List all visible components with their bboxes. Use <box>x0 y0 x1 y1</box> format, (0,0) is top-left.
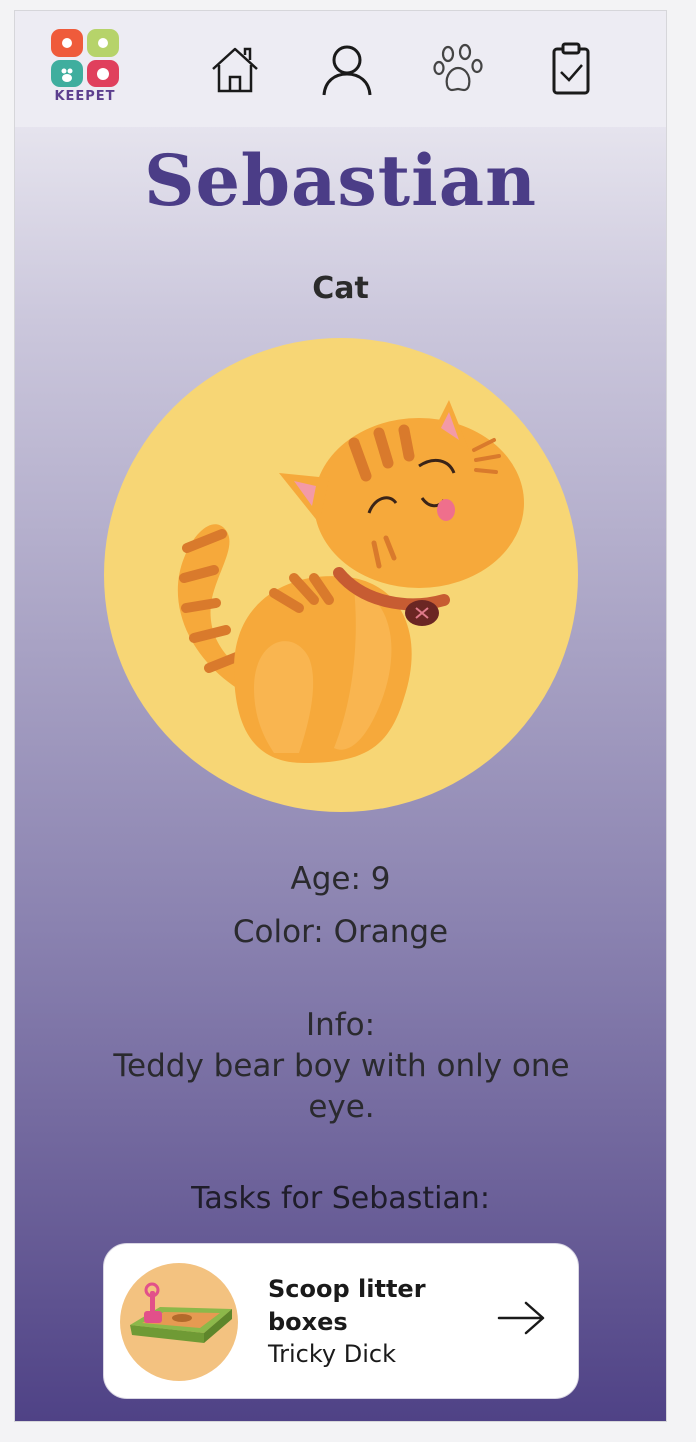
litter-box-icon <box>130 1282 232 1343</box>
nav-home[interactable] <box>207 41 263 97</box>
logo-icon <box>51 29 119 87</box>
arrow-right-icon[interactable] <box>496 1298 548 1338</box>
logo-text: KEEPET <box>54 89 116 104</box>
user-icon <box>322 45 372 96</box>
task-title: Scoop litter boxes <box>268 1275 426 1336</box>
pet-photo <box>104 338 578 812</box>
task-assignee: Tricky Dick <box>268 1340 396 1368</box>
nav-tasks[interactable] <box>543 41 599 97</box>
nav-profile[interactable] <box>319 41 375 97</box>
keepet-logo[interactable]: KEEPET <box>49 27 121 107</box>
orange-cat-illustration <box>177 400 524 763</box>
task-thumbnail <box>120 1263 238 1381</box>
clipboard-check-icon <box>552 42 590 95</box>
pet-species: Cat <box>312 271 369 306</box>
top-navbar: KEEPET <box>15 11 666 127</box>
pet-age: Age: 9 <box>290 861 391 897</box>
task-card[interactable]: Scoop litter boxes Tricky Dick <box>103 1243 579 1399</box>
pet-color: Color: Orange <box>232 914 449 950</box>
home-icon <box>212 47 258 93</box>
pet-name: Sebastian <box>144 139 537 222</box>
app-frame: KEEPET Sebastian Cat Age: 9 Color: Orang… <box>14 10 667 1422</box>
nav-pets[interactable] <box>431 41 487 97</box>
paw-icon <box>433 43 483 92</box>
pet-info-text: Teddy bear boy with only one eye. <box>113 1048 570 1125</box>
pet-info-label: Info: <box>305 1007 376 1043</box>
tasks-heading: Tasks for Sebastian: <box>191 1181 490 1216</box>
